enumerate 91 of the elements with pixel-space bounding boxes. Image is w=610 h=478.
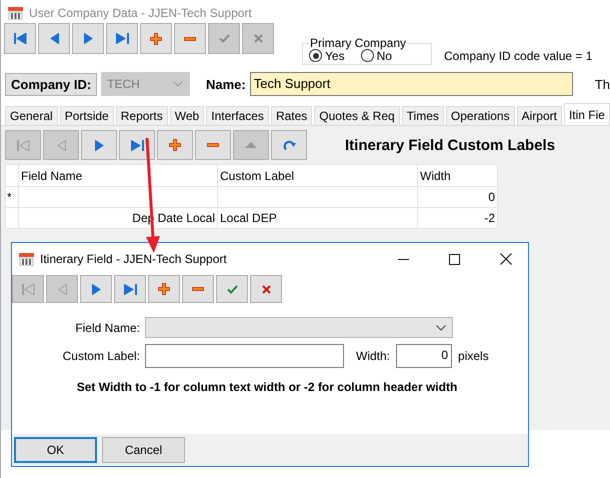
plus-icon	[158, 283, 170, 295]
delete-button[interactable]	[182, 275, 214, 303]
company-id-note: Company ID code value = 1	[444, 49, 592, 63]
skip-start-icon	[22, 284, 34, 294]
chevron-down-icon	[172, 81, 183, 87]
ok-button[interactable]: OK	[14, 437, 97, 463]
minus-icon	[184, 36, 196, 40]
tab[interactable]: Times	[402, 106, 444, 125]
right-triangle-icon	[94, 140, 104, 150]
refresh-button[interactable]	[271, 130, 307, 160]
radio-button[interactable]	[309, 49, 322, 62]
tab[interactable]: Airport	[516, 106, 562, 125]
tab[interactable]: Itin Fie	[564, 103, 610, 125]
delete-button[interactable]	[174, 23, 206, 54]
radio-label: Yes	[325, 48, 345, 62]
new-row-marker: *	[7, 190, 12, 204]
skip-start-icon	[16, 140, 30, 150]
table-cell: 0	[488, 190, 495, 204]
tab[interactable]: Quotes & Req	[314, 106, 400, 125]
company-id-label: Company ID:	[5, 72, 98, 96]
radio-button[interactable]	[360, 49, 374, 62]
delete-button[interactable]	[195, 130, 231, 160]
app-icon	[8, 6, 23, 20]
right-triangle-icon	[84, 33, 92, 44]
minimize-icon[interactable]	[398, 258, 409, 260]
minus-icon	[192, 287, 204, 291]
save-button[interactable]	[216, 275, 248, 303]
skip-start-icon	[14, 33, 26, 44]
left-triangle-icon	[50, 33, 58, 44]
panel-title: Itinerary Field Custom Labels	[345, 136, 556, 154]
chevron-down-icon	[436, 324, 446, 330]
tab[interactable]: General	[5, 106, 58, 125]
right-triangle-icon	[92, 284, 100, 294]
table-cell: Local DEP	[220, 211, 277, 225]
refresh-icon	[282, 138, 296, 152]
unit-label: pixels	[458, 349, 489, 363]
add-button[interactable]	[140, 23, 172, 54]
field-name-dropdown[interactable]	[145, 317, 453, 338]
first-record-button[interactable]	[4, 23, 36, 54]
up-triangle-icon	[245, 142, 257, 148]
next-record-button[interactable]	[81, 130, 117, 160]
hint-text: Set Width to -1 for column text width or -2 for column header width	[76, 380, 458, 394]
cut-label: Th	[594, 76, 610, 92]
left-triangle-icon	[56, 140, 66, 150]
minus-icon	[207, 143, 219, 147]
plus-icon	[150, 32, 162, 44]
add-button[interactable]	[157, 130, 193, 160]
custom-label-label: Custom Label:	[62, 349, 140, 363]
maximize-icon[interactable]	[449, 254, 460, 264]
table-cell: -2	[484, 211, 495, 225]
cancel-button[interactable]: Cancel	[102, 437, 185, 463]
dialog-title: Itinerary Field - JJEN-Tech Support	[40, 252, 227, 266]
skip-end-icon	[124, 284, 136, 294]
radio-option[interactable]: No	[360, 50, 392, 61]
check-icon	[218, 34, 230, 43]
x-icon	[254, 34, 262, 43]
field-name-label: Field Name:	[74, 320, 140, 334]
skip-end-icon	[116, 33, 128, 44]
tab[interactable]: Web	[170, 106, 204, 125]
column-header: Custom Label	[218, 164, 418, 186]
width-label: Width:	[356, 349, 390, 363]
radio-label: No	[376, 48, 392, 62]
app-icon	[19, 252, 34, 266]
name-label: Name:	[206, 76, 246, 92]
x-icon	[262, 284, 270, 294]
tab[interactable]: Operations	[446, 106, 515, 125]
last-record-button[interactable]	[119, 130, 155, 160]
width-field[interactable]: 0	[396, 344, 452, 368]
last-record-button[interactable]	[106, 23, 138, 54]
tab[interactable]: Rates	[270, 106, 312, 125]
window-title: User Company Data - JJEN-Tech Support	[29, 6, 252, 20]
column-header: Width	[418, 164, 498, 186]
close-icon[interactable]	[500, 253, 512, 265]
cancel-button[interactable]	[250, 275, 282, 303]
radio-option[interactable]: Yes	[309, 50, 345, 61]
custom-label-field[interactable]	[145, 344, 344, 368]
group-label: Primary Company	[309, 36, 408, 50]
next-record-button[interactable]	[80, 275, 112, 303]
previous-record-button[interactable]	[38, 23, 70, 54]
name-field[interactable]: Tech Support	[250, 72, 573, 96]
left-triangle-icon	[58, 284, 66, 294]
add-button[interactable]	[148, 275, 180, 303]
tab[interactable]: Reports	[116, 106, 168, 125]
skip-end-icon	[130, 140, 144, 150]
tab[interactable]: Interfaces	[206, 106, 269, 125]
next-record-button[interactable]	[72, 23, 104, 54]
column-header: Field Name	[18, 164, 218, 186]
tab[interactable]: Portside	[60, 106, 114, 125]
last-record-button[interactable]	[114, 275, 146, 303]
plus-icon	[169, 139, 181, 151]
check-icon	[226, 284, 238, 294]
